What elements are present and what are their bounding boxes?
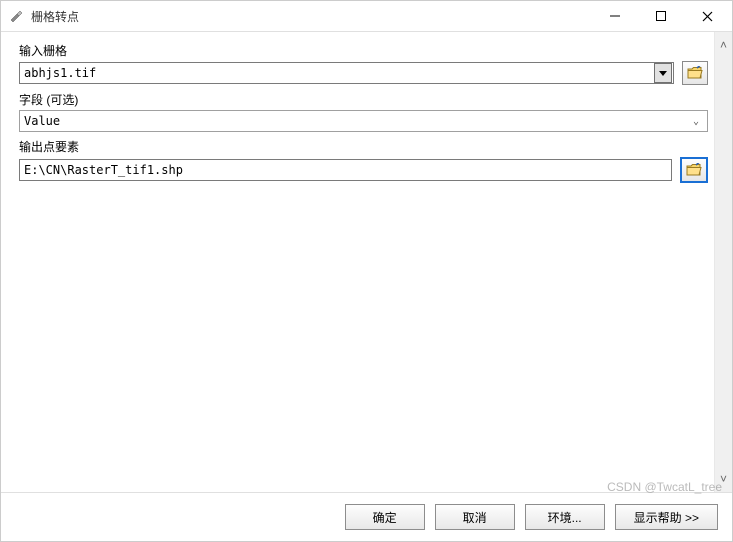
ok-button[interactable]: 确定 <box>345 504 425 530</box>
output-point-label: 输出点要素 <box>19 138 708 155</box>
form-area: 输入栅格 abhjs1.tif 字段 (可选) Value <box>1 32 714 492</box>
cancel-button[interactable]: 取消 <box>435 504 515 530</box>
show-help-button[interactable]: 显示帮助 >> <box>615 504 718 530</box>
field-optional-select[interactable]: Value ⌄ <box>19 110 708 132</box>
content-area: 输入栅格 abhjs1.tif 字段 (可选) Value <box>1 31 732 493</box>
hammer-icon <box>9 8 25 24</box>
input-raster-value: abhjs1.tif <box>24 66 654 80</box>
browse-input-button[interactable] <box>682 61 708 85</box>
output-point-input[interactable]: E:\CN\RasterT_tif1.shp <box>19 159 672 181</box>
vertical-scrollbar[interactable]: ˄ ˅ <box>714 32 732 492</box>
output-point-row: E:\CN\RasterT_tif1.shp <box>19 157 708 183</box>
environments-button[interactable]: 环境... <box>525 504 605 530</box>
minimize-button[interactable] <box>592 1 638 31</box>
field-optional-value: Value <box>24 114 693 128</box>
scroll-up-icon: ˄ <box>720 38 727 52</box>
title-bar: 栅格转点 <box>1 1 732 31</box>
combo-dropdown-button[interactable] <box>654 63 672 83</box>
input-raster-combo[interactable]: abhjs1.tif <box>19 62 674 84</box>
window-controls <box>592 1 730 31</box>
maximize-button[interactable] <box>638 1 684 31</box>
button-bar: 确定 取消 环境... 显示帮助 >> <box>1 493 732 541</box>
input-raster-row: abhjs1.tif <box>19 61 708 85</box>
field-optional-row: Value ⌄ <box>19 110 708 132</box>
browse-output-button[interactable] <box>680 157 708 183</box>
chevron-down-icon: ⌄ <box>693 116 703 127</box>
output-point-value: E:\CN\RasterT_tif1.shp <box>24 163 667 177</box>
field-optional-label: 字段 (可选) <box>19 91 708 108</box>
input-raster-label: 输入栅格 <box>19 42 708 59</box>
close-button[interactable] <box>684 1 730 31</box>
window-title: 栅格转点 <box>31 8 592 25</box>
scroll-down-icon: ˅ <box>720 472 727 486</box>
